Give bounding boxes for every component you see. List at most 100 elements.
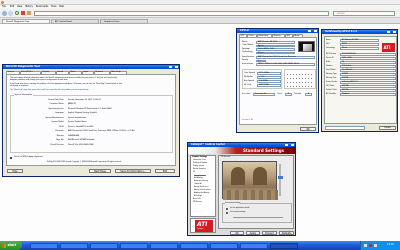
tree-item[interactable]: Desktops & Displays — [193, 163, 207, 164]
menu-bookmarks[interactable]: Bookmarks — [36, 5, 48, 8]
reload-icon[interactable] — [15, 11, 19, 15]
taskbar-item[interactable] — [240, 242, 268, 249]
gpu-select[interactable] — [325, 126, 365, 130]
stop-icon[interactable] — [21, 11, 25, 15]
ati-logo: ATI — [382, 43, 395, 52]
home-icon[interactable] — [27, 11, 31, 15]
catalyst-defaults-button[interactable]: Defaults — [279, 231, 294, 235]
taskbar-item[interactable] — [150, 242, 178, 249]
tree-item[interactable]: Anisotropic Filtering — [194, 181, 208, 182]
browser-nav-bar: Google — [0, 9, 400, 18]
close-icon[interactable] — [393, 30, 396, 34]
quality-slider[interactable] — [233, 217, 283, 218]
tree-item[interactable]: 3D — [193, 172, 195, 173]
gpuz-row: Device ID 1002 - 9505 — [325, 57, 397, 60]
browser-tab[interactable]: DirectX Diagnostic Tool — [2, 19, 50, 24]
taskbar: start 19:30 — [0, 241, 400, 250]
taskbar-item[interactable] — [210, 242, 238, 249]
taskbar-item[interactable] — [30, 242, 58, 249]
gpuz-row: Technology 55 nm — [325, 47, 381, 50]
menu-history[interactable]: History — [25, 5, 33, 8]
field-value: Phoenix - AwardBIOS v6.00PG — [68, 125, 94, 128]
tray-icon[interactable] — [369, 244, 372, 247]
catalyst-content: 3D Preview Use custom settings Let the a… — [218, 155, 294, 229]
start-button[interactable]: start — [0, 241, 22, 250]
tree-item[interactable]: Anti-Aliasing — [194, 178, 203, 179]
dxdiag-title-bar[interactable]: DirectX Diagnostic Tool — [3, 65, 179, 69]
gpuz-row: ROPs 16 — [325, 61, 397, 64]
minimize-icon[interactable] — [308, 29, 311, 33]
windows-logo-icon — [2, 243, 6, 248]
forward-icon[interactable] — [8, 10, 13, 16]
cpuz-title-bar[interactable]: CPU-Z — [237, 29, 318, 33]
tray-icon[interactable] — [374, 244, 377, 247]
whql-checkbox-label: Check for WHQL digital signatures — [14, 155, 43, 158]
menu-help[interactable]: Help — [59, 5, 64, 8]
minimize-icon[interactable] — [169, 65, 172, 69]
dxdiag-intro-5: The "More Help" page lists some other to… — [10, 89, 89, 91]
gpuz-row: Default Clock 669 MHz — [325, 89, 397, 92]
gpuz-row: BIOS Version 010.063.000.000 — [325, 53, 397, 56]
system-tray: 19:30 — [360, 241, 400, 250]
tree-item[interactable]: VPU Recover — [193, 202, 202, 203]
taskbar-item[interactable] — [90, 242, 118, 249]
whql-checkbox[interactable] — [10, 156, 13, 159]
cpuz-field: 1808.2 MHz — [257, 84, 281, 87]
menu-edit[interactable]: Edit — [10, 5, 14, 8]
next-page-button[interactable]: Next Page — [89, 169, 111, 173]
close-icon[interactable] — [291, 143, 294, 147]
menu-view[interactable]: View — [17, 5, 22, 8]
help-button[interactable]: Help — [7, 169, 23, 173]
tree-item[interactable]: Avivo Color — [193, 199, 201, 200]
catalyst-discard-button[interactable]: Discard — [262, 231, 277, 235]
cpuz-row: Bus Speed 200.9 MHz — [243, 80, 281, 83]
minimize-icon[interactable] — [387, 30, 390, 34]
tree-item-selected[interactable]: Standard Settings — [194, 175, 207, 177]
gpuz-row: Name ATI Radeon HD 3850 — [325, 39, 381, 42]
menu-file[interactable]: File — [2, 5, 6, 8]
processor-select[interactable]: Processor #1 — [253, 93, 275, 96]
search-input[interactable]: Google — [333, 10, 395, 16]
tree-item[interactable]: Information Center — [193, 160, 206, 161]
gpuz-field: 010.063.000.000 — [340, 53, 396, 56]
close-icon[interactable] — [175, 65, 178, 69]
gpuz-title-bar[interactable]: TechPowerUp GPU-Z 0.1.4 — [322, 30, 397, 34]
menu-tools[interactable]: Tools — [51, 5, 56, 8]
catalyst-ok-button[interactable]: OK — [230, 231, 244, 235]
browser-tab[interactable]: Graphics Driver — [100, 19, 148, 24]
tree-item[interactable]: Graphics Settings — [192, 157, 207, 159]
save-all-button[interactable]: Save All Information... — [115, 169, 151, 173]
preview-slider-track[interactable] — [279, 164, 281, 196]
field-label: Memory: — [56, 134, 64, 137]
gpuz-field: 256 MB — [340, 77, 396, 80]
tree-item[interactable]: Catalyst A.I. — [194, 184, 202, 185]
tray-icon[interactable] — [364, 244, 367, 247]
cpuz-field: 65 nm — [256, 51, 295, 55]
clock[interactable]: 19:30 — [387, 243, 394, 246]
tree-item[interactable]: Monitor Properties — [193, 169, 206, 170]
cpu-chip-icon — [303, 44, 312, 51]
close-icon[interactable] — [314, 29, 317, 33]
radio-custom[interactable] — [226, 212, 229, 215]
preview-slider-thumb[interactable] — [277, 176, 283, 179]
tree-item[interactable]: Adaptive Anti-Aliasing — [194, 193, 209, 194]
tree-item[interactable]: Wait for vertical refresh — [194, 190, 210, 191]
back-icon[interactable] — [2, 10, 7, 16]
taskbar-item[interactable] — [60, 242, 88, 249]
tree-item[interactable]: Mipmap Detail Level — [194, 187, 208, 188]
exit-button[interactable]: Exit — [155, 169, 175, 173]
radio-app-decide[interactable] — [226, 208, 229, 211]
taskbar-item[interactable] — [180, 242, 208, 249]
taskbar-item[interactable] — [120, 242, 148, 249]
address-bar[interactable] — [34, 10, 329, 16]
minimize-icon[interactable] — [285, 143, 288, 147]
ok-button[interactable]: OK — [300, 127, 316, 131]
gpuz-close-button[interactable]: Close — [379, 125, 396, 130]
tree-item[interactable]: All Settings — [194, 196, 202, 197]
browser-tab[interactable]: ATI Control Panel — [51, 19, 99, 24]
cpuz-field: x 11.0 — [257, 76, 281, 79]
taskbar-item[interactable] — [270, 242, 298, 249]
catalyst-apply-button[interactable]: Apply — [246, 231, 260, 235]
cpuz-version: Version 1.41 — [242, 119, 254, 121]
tree-item[interactable]: Display Options — [193, 166, 204, 167]
